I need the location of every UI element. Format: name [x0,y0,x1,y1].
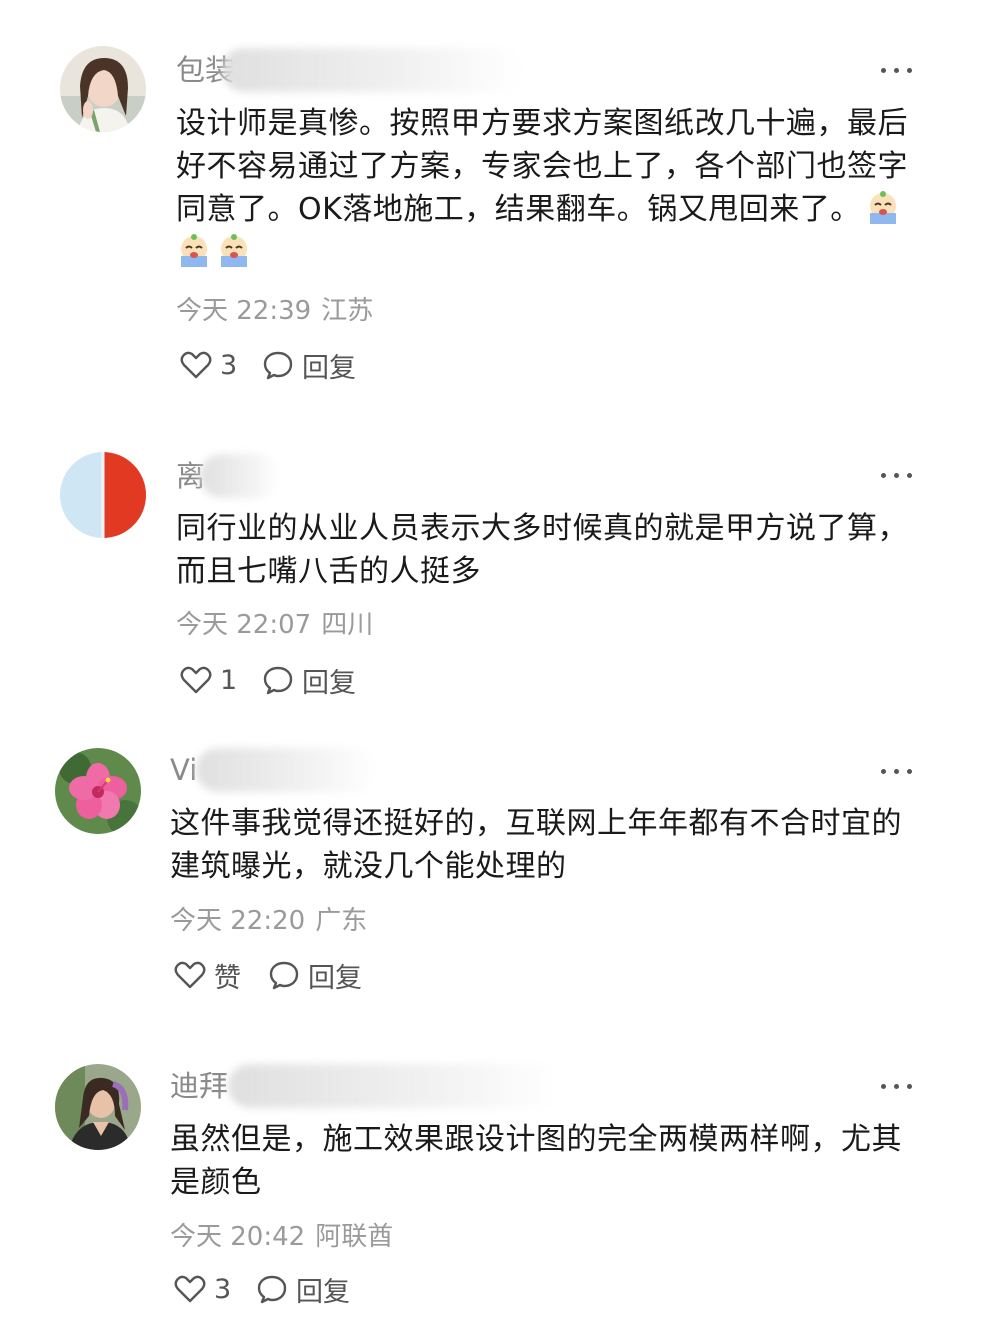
comment-meta: 今天 20:42 阿联酋 [170,1220,393,1254]
comment-text-content: 设计师是真惨。按照甲方要求方案图纸改几十遍，最后好不容易通过了方案，专家会也上了… [176,106,908,227]
crying-face-emoji [216,234,252,268]
blurred-username [200,454,280,498]
comment-time: 今天 20:42 [170,1222,306,1252]
comment-actions: 3 回复 [170,1269,470,1309]
blurred-username [222,48,522,92]
comment-text: 虽然但是，施工效果跟设计图的完全两模两样啊，尤其是颜色 [170,1122,902,1200]
comment-actions: 赞 回复 [170,955,470,995]
comment-item: 离 同行业的从业人员表示大多时候真的就是甲方说了算，而且七嘴八舌的人挺多 今天 … [0,400,991,720]
heart-outline-icon [180,666,212,694]
comment-item: 包装 设计师是真惨。按照甲方要求方案图纸改几十遍，最后好不容易通过了方案，专家会… [0,0,991,400]
like-button[interactable]: 3 [180,345,237,385]
comment-item: 迪拜 虽然但是，施工效果跟设计图的完全两模两样啊，尤其是颜色 今天 20:42 阿… [0,1040,991,1339]
heart-outline-icon [174,961,206,989]
like-button[interactable]: 3 [174,1269,231,1309]
reply-label: 回复 [302,352,356,384]
speech-bubble-icon [257,1275,287,1304]
reply-button[interactable]: 回复 [268,955,362,995]
like-count: 3 [220,349,238,381]
crying-face-emoji [176,234,212,268]
comment-time: 今天 22:20 [170,906,306,936]
username[interactable]: Vi [170,750,197,790]
comment-meta: 今天 22:39 江苏 [176,294,373,328]
reply-label: 回复 [302,667,356,699]
reply-label: 回复 [308,962,362,994]
comment-text: 设计师是真惨。按照甲方要求方案图纸改几十遍，最后好不容易通过了方案，专家会也上了… [176,102,921,274]
heart-outline-icon [180,351,212,379]
reply-button[interactable]: 回复 [262,660,356,700]
comment-actions: 1 回复 [176,660,476,700]
like-count: 3 [214,1273,232,1305]
avatar[interactable] [55,748,141,834]
comment-location: 广东 [315,906,368,936]
like-button[interactable]: 1 [180,660,237,700]
blurred-username [196,748,376,792]
crying-face-emoji [865,191,901,225]
comment-text: 同行业的从业人员表示大多时候真的就是甲方说了算，而且七嘴八舌的人挺多 [176,511,908,589]
avatar[interactable] [60,46,146,132]
more-dots-icon[interactable] [881,65,915,75]
comment-actions: 3 回复 [176,345,476,385]
avatar[interactable] [55,1064,141,1150]
comment-location: 江苏 [321,296,374,326]
blurred-username [228,1064,558,1108]
username[interactable]: 迪拜 [170,1066,228,1106]
comment-text: 这件事我觉得还挺好的，互联网上年年都有不合时宜的建筑曝光，就没几个能处理的 [170,806,902,884]
comment-meta: 今天 22:07 四川 [176,608,373,642]
comment-item: Vi 这件事我觉得还挺好的，互联网上年年都有不合时宜的建筑曝光，就没几个能处理的… [0,720,991,1040]
comment-time: 今天 22:39 [176,296,312,326]
like-count: 赞 [214,962,241,994]
heart-outline-icon [174,1275,206,1303]
like-button[interactable]: 赞 [174,955,241,995]
avatar[interactable] [60,452,146,538]
reply-button[interactable]: 回复 [262,345,356,385]
reply-label: 回复 [296,1276,350,1308]
more-dots-icon[interactable] [881,1081,915,1091]
more-dots-icon[interactable] [881,470,915,480]
like-count: 1 [220,664,238,696]
speech-bubble-icon [263,351,293,380]
reply-button[interactable]: 回复 [256,1269,350,1309]
more-dots-icon[interactable] [881,766,915,776]
speech-bubble-icon [263,666,293,695]
speech-bubble-icon [269,961,299,990]
comment-meta: 今天 22:20 广东 [170,904,367,938]
comment-time: 今天 22:07 [176,610,312,640]
comment-location: 四川 [321,610,374,640]
comment-location: 阿联酋 [315,1222,394,1252]
